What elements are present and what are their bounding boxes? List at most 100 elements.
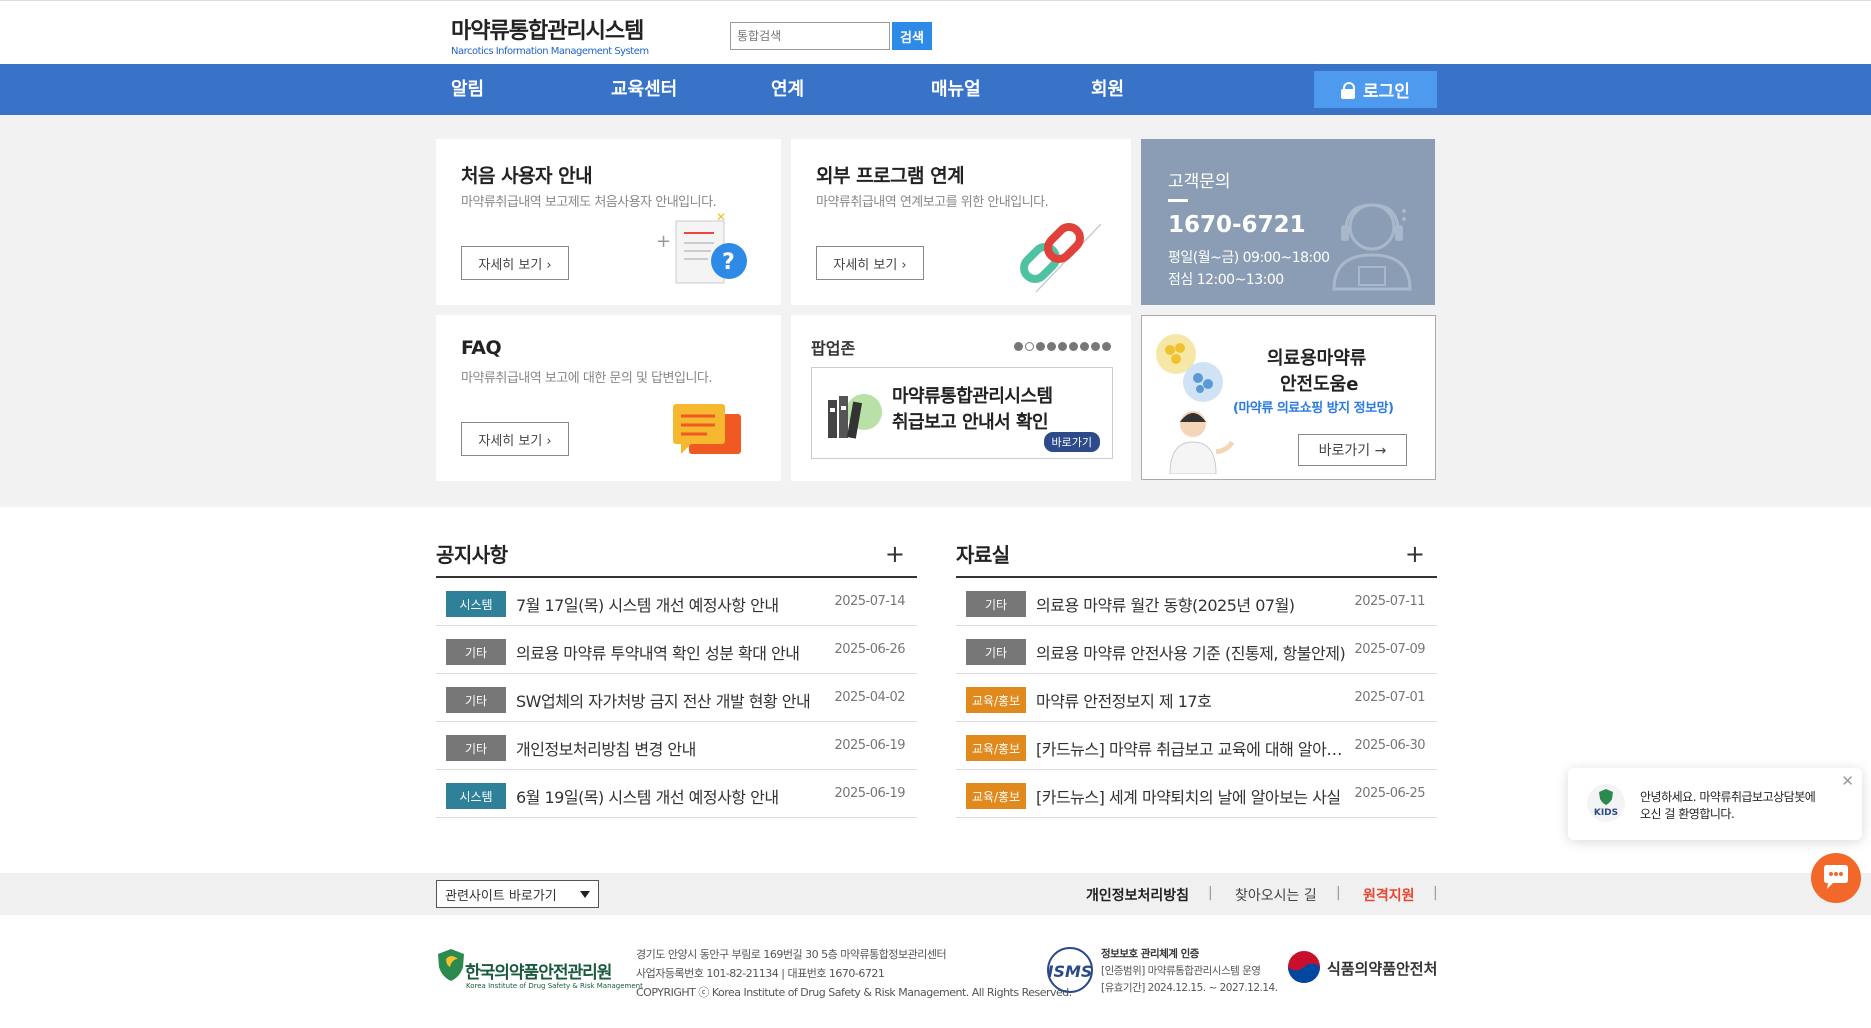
nav-item-member[interactable]: 회원 [1091, 64, 1124, 115]
footer-business-number: 사업자등록번호 101-82-21134 | 대표번호 1670-6721 [636, 967, 885, 980]
medical-narcotics-banner[interactable]: 의료용마약류 안전도움e (마약류 의료쇼핑 방지 정보망) 바로가기 → [1141, 315, 1436, 480]
post-title[interactable]: 7월 17일(목) 시스템 개선 예정사항 안내 [516, 592, 826, 616]
kids-chatbot-logo: KIDS [1587, 784, 1625, 822]
kids-logo-text: KIDS [1594, 808, 1618, 818]
more-plus-icon[interactable]: + [1405, 542, 1425, 566]
chat-message-line-1: 안녕하세요. 마약류취급보고상담봇에 [1640, 790, 1816, 804]
pagination-dot[interactable] [1047, 342, 1056, 351]
nav-item-manual[interactable]: 매뉴얼 [931, 64, 981, 115]
board-title[interactable]: 자료실 [956, 539, 1010, 568]
card-faq: FAQ 마약류취급내역 보고에 대한 문의 및 답변입니다. 자세히 보기 › [436, 315, 781, 481]
category-badge: 기타 [966, 639, 1026, 665]
search-input[interactable] [730, 22, 890, 50]
remote-support-link[interactable]: 원격지원 [1363, 885, 1415, 905]
card-desc: 마약류취급내역 연계보고를 위한 안내입니다. [816, 195, 1049, 210]
list-item[interactable]: 교육/홍보 마약류 안전정보지 제 17호 2025-07-01 [956, 674, 1437, 722]
board-header: 자료실 + [956, 532, 1437, 578]
post-title[interactable]: 6월 19일(목) 시스템 개선 예정사항 안내 [516, 784, 826, 808]
contact-title: 고객문의 [1168, 172, 1231, 192]
close-icon[interactable]: ✕ [1841, 772, 1854, 790]
more-plus-icon[interactable]: + [885, 542, 905, 566]
directions-link[interactable]: 찾아오시는 길 [1235, 885, 1317, 905]
nav-item-link[interactable]: 연계 [771, 64, 804, 115]
category-badge: 기타 [966, 591, 1026, 617]
category-badge: 시스템 [446, 591, 506, 617]
list-item[interactable]: 교육/홍보 [카드뉴스] 세계 마약퇴치의 날에 알아보는 사실 2025-06-2… [956, 770, 1437, 818]
lock-icon [1341, 81, 1356, 99]
list-item[interactable]: 기타 개인정보처리방침 변경 안내 2025-06-19 [436, 722, 917, 770]
isms-validity: [유효기간] 2024.12.15. ~ 2027.12.14. [1101, 982, 1278, 994]
contact-phone: 1670-6721 [1168, 212, 1306, 238]
popup-banner[interactable]: 마약류통합관리시스템 취급보고 안내서 확인 바로가기 [811, 367, 1113, 459]
post-date: 2025-06-19 [834, 738, 905, 753]
pagination-dot[interactable] [1102, 342, 1111, 351]
pagination-dot[interactable] [1036, 342, 1045, 351]
more-button[interactable]: 자세히 보기 › [461, 246, 569, 280]
speech-bubbles-icon [673, 404, 741, 454]
link-separator: | [1433, 885, 1438, 901]
list-item[interactable]: 기타 의료용 마약류 안전사용 기준 (진통제, 항불안제) 2025-07-09 [956, 626, 1437, 674]
mfds-name: 식품의약품안전처 [1327, 960, 1438, 978]
pagination-dot[interactable] [1080, 342, 1089, 351]
more-button[interactable]: 자세히 보기 › [816, 246, 924, 280]
pagination-dot[interactable] [1014, 342, 1023, 351]
post-title[interactable]: SW업체의 자가처방 금지 전산 개발 현황 안내 [516, 688, 826, 712]
privacy-policy-link[interactable]: 개인정보처리방침 [1086, 885, 1189, 905]
logo-korean: 마약류통합관리시스템 [451, 19, 644, 44]
card-desc: 마약류취급내역 보고제도 처음사용자 안내입니다. [461, 195, 717, 210]
login-button[interactable]: 로그인 [1314, 71, 1437, 108]
more-button[interactable]: 자세히 보기 › [461, 422, 569, 456]
med-banner-go-button[interactable]: 바로가기 → [1298, 434, 1407, 466]
kids-name-korean: 한국의약품안전관리원 [465, 963, 612, 983]
list-item[interactable]: 기타 의료용 마약류 월간 동향(2025년 07월) 2025-07-11 [956, 578, 1437, 626]
pagination-dot[interactable] [1058, 342, 1067, 351]
link-separator: | [1336, 885, 1341, 901]
related-sites-select[interactable]: 관련사이트 바로가기 [436, 880, 599, 908]
post-title[interactable]: [카드뉴스] 세계 마약퇴치의 날에 알아보는 사실 [1036, 784, 1346, 808]
list-item[interactable]: 시스템 7월 17일(목) 시스템 개선 예정사항 안내 2025-07-14 [436, 578, 917, 626]
pills-doctor-illustration [1156, 334, 1235, 474]
card-first-user: 처음 사용자 안내 마약류취급내역 보고제도 처음사용자 안내입니다. 자세히 … [436, 139, 781, 305]
banner-go-button[interactable]: 바로가기 [1043, 432, 1100, 452]
category-badge: 교육/홍보 [966, 783, 1026, 809]
link-separator: | [1208, 885, 1213, 901]
archive-board: 자료실 + 기타 의료용 마약류 월간 동향(2025년 07월) 2025-07-… [956, 532, 1437, 818]
chatbot-welcome-popup: KIDS 안녕하세요. 마약류취급보고상담봇에 오신 걸 환영합니다. ✕ [1568, 768, 1862, 840]
isms-title: 정보보호 관리체계 인증 [1101, 948, 1199, 960]
category-badge: 기타 [446, 735, 506, 761]
pagination-dot[interactable] [1025, 342, 1034, 351]
list-item[interactable]: 시스템 6월 19일(목) 시스템 개선 예정사항 안내 2025-06-19 [436, 770, 917, 818]
category-badge: 교육/홍보 [966, 687, 1026, 713]
contact-hours: 평일(월~금) 09:00~18:00 [1168, 250, 1330, 266]
board-title[interactable]: 공지사항 [436, 539, 508, 568]
chat-message-line-2: 오신 걸 환영합니다. [1640, 807, 1735, 821]
contact-lunch: 점심 12:00~13:00 [1168, 272, 1284, 288]
card-title: FAQ [461, 337, 502, 359]
banner-line-1: 마약류통합관리시스템 [892, 386, 1053, 407]
post-title[interactable]: 의료용 마약류 안전사용 기준 (진통제, 항불안제) [1036, 640, 1346, 664]
svg-text:+: + [656, 231, 671, 252]
post-title[interactable]: 의료용 마약류 투약내역 확인 성분 확대 안내 [516, 640, 826, 664]
site-logo[interactable]: 마약류통합관리시스템 Narcotics Information Managem… [451, 13, 649, 57]
pagination-dot[interactable] [1091, 342, 1100, 351]
post-title[interactable]: 개인정보처리방침 변경 안내 [516, 736, 826, 760]
chevron-down-icon [580, 891, 590, 898]
category-badge: 시스템 [446, 783, 506, 809]
card-title: 외부 프로그램 연계 [816, 165, 965, 187]
board-header: 공지사항 + [436, 532, 917, 578]
post-title[interactable]: 의료용 마약류 월간 동향(2025년 07월) [1036, 592, 1346, 616]
med-banner-subtitle: (마약류 의료쇼핑 방지 정보망) [1233, 401, 1394, 416]
list-item[interactable]: 기타 SW업체의 자가처방 금지 전산 개발 현황 안내 2025-04-02 [436, 674, 917, 722]
headset-agent-icon [1332, 203, 1412, 291]
list-item[interactable]: 교육/홍보 [카드뉴스] 마약류 취급보고 교육에 대해 알아보세요 2025-06… [956, 722, 1437, 770]
list-item[interactable]: 기타 의료용 마약류 투약내역 확인 성분 확대 안내 2025-06-26 [436, 626, 917, 674]
nav-item-notice[interactable]: 알림 [451, 64, 484, 115]
search-button[interactable]: 검색 [892, 22, 932, 50]
post-title[interactable]: 마약류 안전정보지 제 17호 [1036, 688, 1346, 712]
pagination-dot[interactable] [1069, 342, 1078, 351]
chatbot-launcher-button[interactable] [1811, 853, 1861, 903]
banner-line-2: 취급보고 안내서 확인 [892, 412, 1049, 433]
post-title[interactable]: [카드뉴스] 마약류 취급보고 교육에 대해 알아보세요 [1036, 736, 1346, 760]
nav-item-education[interactable]: 교육센터 [611, 64, 677, 115]
contact-divider [1168, 199, 1188, 202]
